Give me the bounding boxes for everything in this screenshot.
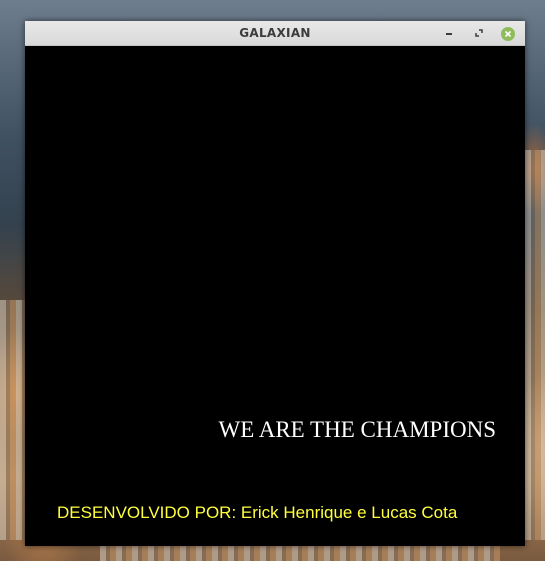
victory-message: WE ARE THE CHAMPIONS [218,417,496,442]
minimize-button[interactable] [440,25,457,42]
wallpaper-buildings-bottom [100,546,500,561]
minimize-icon [444,25,454,43]
window-titlebar[interactable]: GALAXIAN [25,21,525,46]
game-canvas[interactable]: WE ARE THE CHAMPIONS DESENVOLVIDO POR: E… [25,46,525,546]
developer-credits: DESENVOLVIDO POR: Erick Henrique e Lucas… [57,503,458,522]
maximize-button[interactable] [470,25,487,42]
wallpaper-buildings-right [525,150,545,540]
close-icon [500,26,515,41]
wallpaper-buildings-left [0,300,25,540]
maximize-icon [474,25,484,43]
close-button[interactable] [499,25,516,42]
game-window: GALAXIAN WE ARE THE CHAMPIONS DESENVOLVI… [25,21,525,546]
